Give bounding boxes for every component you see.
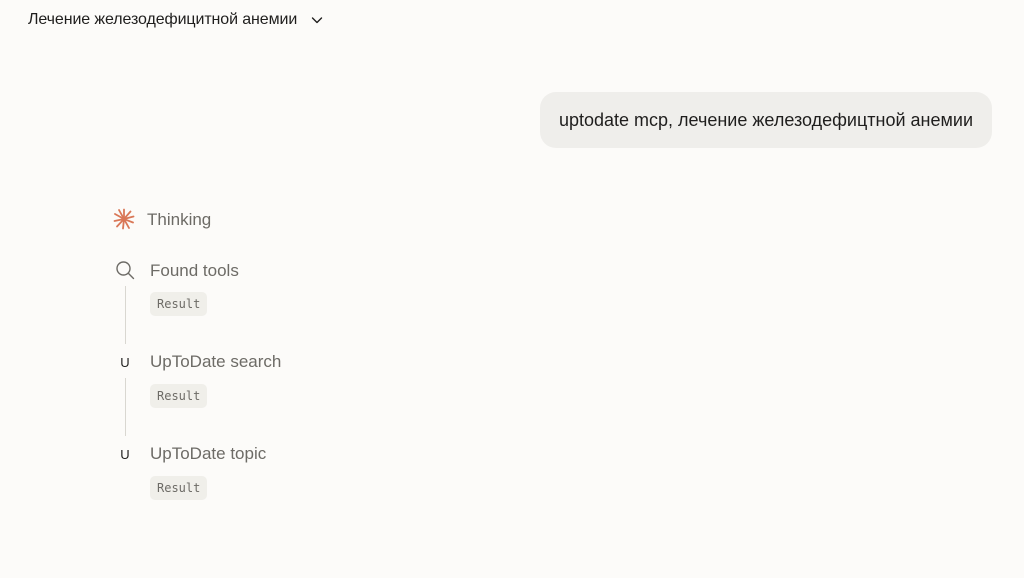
uptodate-topic-result-chip[interactable]: Result bbox=[150, 476, 208, 500]
thinking-step[interactable]: Thinking bbox=[147, 209, 211, 231]
uptodate-topic-label: UpToDate topic bbox=[150, 444, 267, 463]
conversation-title-menu[interactable]: Лечение железодефицитной анемии bbox=[20, 0, 333, 40]
uptodate-icon: U bbox=[118, 445, 132, 463]
chevron-down-icon bbox=[309, 12, 325, 28]
found-tools-step[interactable]: Found tools bbox=[150, 260, 239, 282]
conversation-title: Лечение железодефицитной анемии bbox=[28, 11, 298, 28]
uptodate-icon: U bbox=[118, 353, 132, 371]
uptodate-search-step[interactable]: UpToDate search bbox=[150, 351, 281, 373]
timeline-connector bbox=[125, 286, 126, 344]
found-tools-result-chip[interactable]: Result bbox=[150, 292, 208, 316]
timeline-connector bbox=[125, 378, 126, 436]
uptodate-letter: U bbox=[120, 446, 130, 462]
spark-icon bbox=[113, 208, 135, 230]
chat-page: Лечение железодефицитной анемии uptodate… bbox=[0, 0, 1024, 578]
uptodate-search-label: UpToDate search bbox=[150, 352, 282, 371]
user-message-text: uptodate mcp, лечение железодефицтной ан… bbox=[558, 109, 973, 130]
search-icon bbox=[115, 260, 135, 280]
thinking-label: Thinking bbox=[147, 210, 212, 229]
uptodate-topic-step[interactable]: UpToDate topic bbox=[150, 443, 266, 465]
found-tools-label: Found tools bbox=[150, 261, 239, 280]
user-message-bubble: uptodate mcp, лечение железодефицтной ан… bbox=[539, 92, 992, 148]
uptodate-search-result-chip[interactable]: Result bbox=[150, 384, 208, 408]
uptodate-letter: U bbox=[120, 354, 130, 370]
